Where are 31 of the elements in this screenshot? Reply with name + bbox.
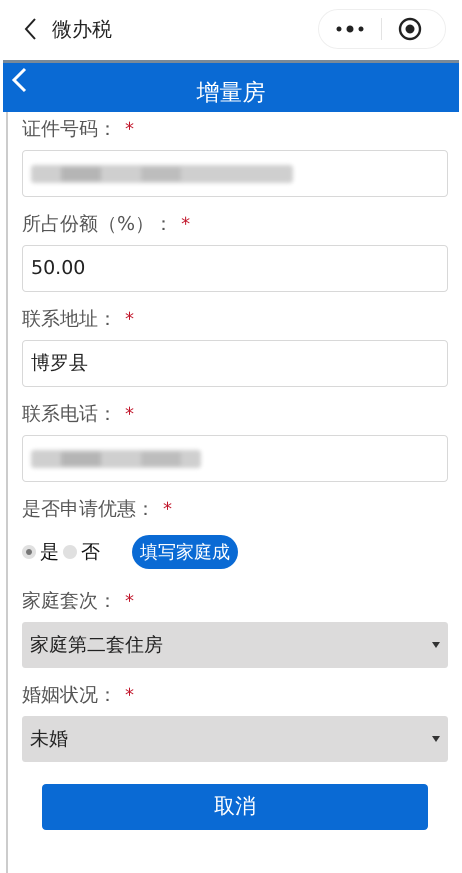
field-label: 是否申请优惠： (22, 496, 155, 522)
select-field[interactable]: 未婚 (22, 716, 448, 762)
dropdown-arrow-icon (432, 642, 440, 648)
back-icon[interactable] (24, 18, 36, 40)
required-mark: * (163, 498, 172, 522)
required-mark: * (125, 402, 134, 426)
field-label: 家庭套次： (22, 588, 117, 614)
more-icon[interactable] (335, 25, 365, 33)
required-mark: * (125, 308, 134, 332)
select-field[interactable]: 家庭第二套住房 (22, 622, 448, 668)
radio-option[interactable]: 否 (63, 538, 100, 566)
field-label: 联系电话： (22, 402, 117, 427)
fill-family-button[interactable]: 填写家庭成 (132, 535, 238, 569)
field-label: 联系地址： (22, 306, 117, 332)
input-field[interactable] (22, 150, 448, 197)
dropdown-arrow-icon (432, 736, 440, 742)
field-label: 所占份额（%）： (22, 212, 174, 237)
input-field[interactable]: 50.00 (22, 245, 448, 292)
input-field[interactable]: 博罗县 (22, 340, 448, 387)
input-field[interactable] (22, 435, 448, 482)
required-mark: * (181, 212, 190, 236)
radio-option[interactable]: 是 (22, 538, 59, 566)
required-mark: * (125, 684, 134, 708)
field-label: 证件号码： (22, 116, 117, 142)
record-icon[interactable] (398, 17, 422, 41)
required-mark: * (125, 590, 134, 614)
required-mark: * (125, 118, 134, 142)
app-title: 微办税 (52, 16, 112, 43)
field-label: 婚姻状况： (22, 682, 117, 708)
cancel-button[interactable]: 取消 (42, 784, 428, 830)
page-title: 增量房 (196, 79, 266, 108)
